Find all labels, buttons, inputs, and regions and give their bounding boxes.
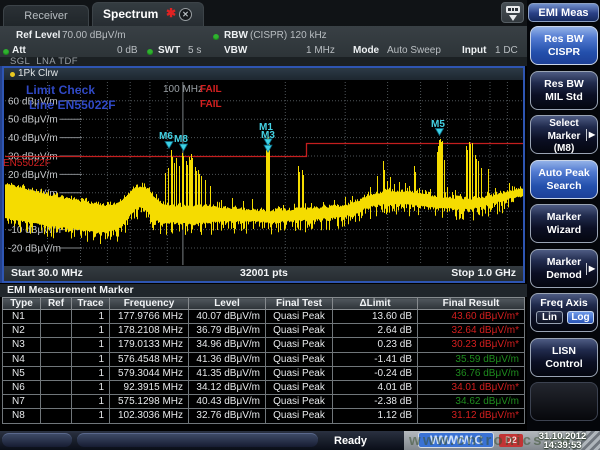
svg-text:-20 dBμV/m: -20 dBμV/m bbox=[8, 244, 61, 255]
svg-text:50 dBμV/m: 50 dBμV/m bbox=[8, 115, 58, 126]
svg-text:20 dBμV/m: 20 dBμV/m bbox=[8, 170, 58, 181]
svg-text:40 dBμV/m: 40 dBμV/m bbox=[8, 133, 58, 144]
